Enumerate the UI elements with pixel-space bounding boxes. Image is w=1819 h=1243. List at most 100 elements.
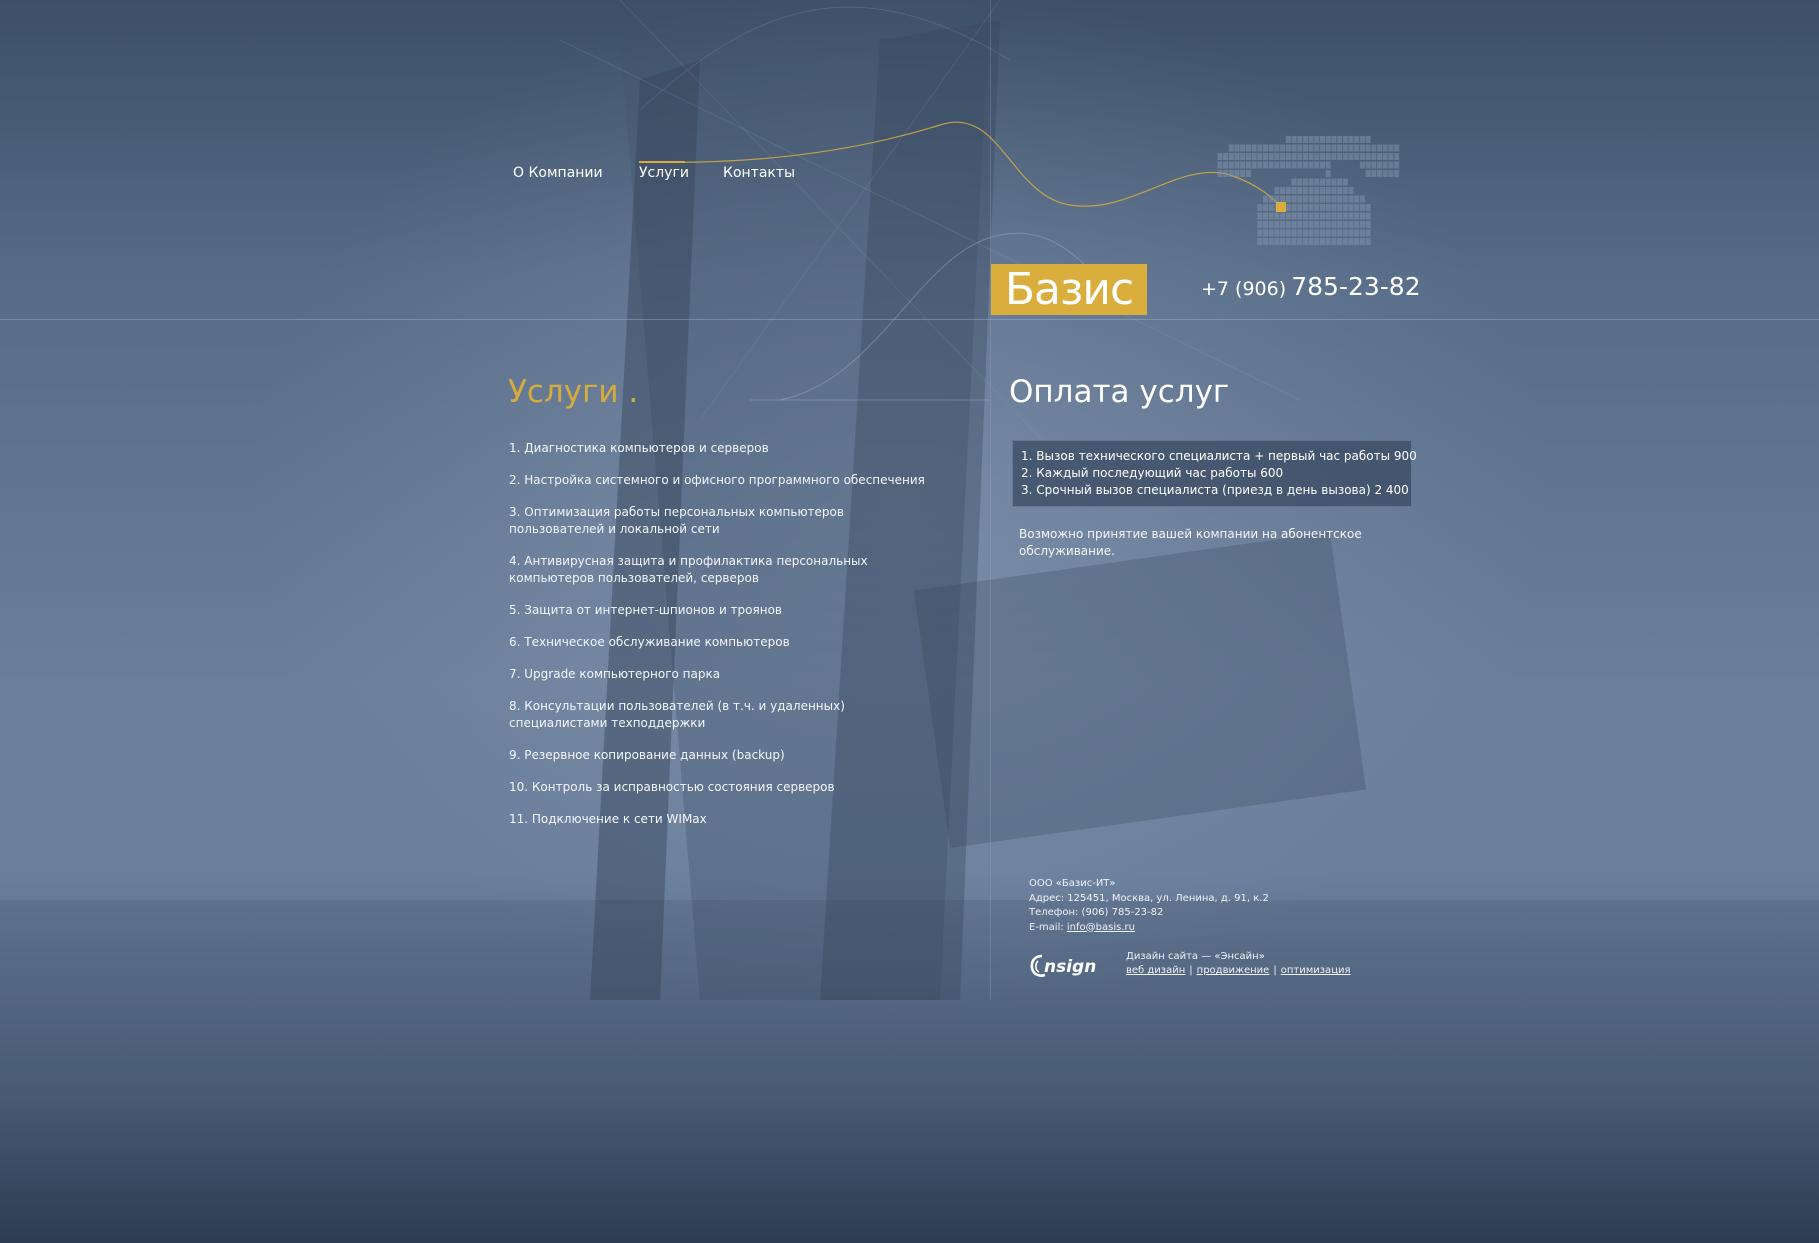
footer-address: Адрес: 125451, Москва, ул. Ленина, д. 91…	[1029, 892, 1269, 904]
phone-pixel	[1263, 229, 1268, 237]
phone-pixel	[1337, 153, 1343, 160]
phone-pixel	[1314, 178, 1320, 186]
phone-pixel	[1302, 238, 1308, 245]
phone-pixel	[1325, 195, 1331, 203]
phone-pixel	[1348, 153, 1354, 160]
phone-pixel	[1325, 161, 1331, 169]
designer-links: веб дизайн | продвижение | оптимизация	[1126, 964, 1351, 978]
phone-pixel	[1320, 212, 1325, 220]
phone-pixel	[1217, 153, 1223, 160]
header-phone: +7 (906) 785-23-82	[1201, 272, 1421, 301]
designer-link-web-design[interactable]: веб дизайн	[1126, 965, 1185, 976]
services-title: Услуги .	[508, 374, 639, 410]
phone-pixel	[1274, 229, 1280, 237]
phone-pixel	[1337, 187, 1343, 194]
phone-pixel	[1280, 161, 1286, 169]
phone-pixel	[1257, 221, 1263, 228]
phone-pixel	[1291, 187, 1297, 194]
phone-pixel	[1291, 161, 1297, 169]
phone-pixel	[1257, 161, 1263, 169]
footer-email-link[interactable]: info@basis.ru	[1067, 922, 1135, 933]
phone-pixel	[1257, 144, 1263, 152]
logo-text: Базис	[1004, 263, 1134, 315]
phone-pixel	[1280, 238, 1286, 245]
site-logo[interactable]: Базис	[991, 264, 1147, 315]
phone-pixel	[1280, 144, 1286, 152]
phone-pixel	[1320, 187, 1325, 194]
phone-pixel	[1245, 161, 1251, 169]
phone-pixel	[1320, 161, 1325, 169]
phone-pixel	[1388, 153, 1394, 160]
phone-pixel	[1257, 204, 1263, 211]
phone-pixel	[1394, 161, 1400, 169]
ensign-logo[interactable]: nsign	[1029, 952, 1121, 980]
phone-pixel	[1280, 212, 1286, 220]
retro-telephone-icon	[1217, 136, 1400, 245]
phone-pixel	[1285, 229, 1291, 237]
phone-pixel	[1359, 195, 1365, 203]
phone-pixel	[1285, 161, 1291, 169]
designer-link-optimization[interactable]: оптимизация	[1281, 965, 1351, 976]
nav-link-services[interactable]: Услуги	[639, 165, 689, 181]
phone-pixel	[1314, 161, 1320, 169]
service-item: 5. Защита от интернет-шпионов и троянов	[509, 603, 782, 617]
phone-pixel	[1268, 204, 1274, 211]
phone-pixel	[1308, 153, 1314, 160]
phone-pixel	[1302, 153, 1308, 160]
phone-pixel	[1274, 187, 1280, 194]
phone-pixel	[1280, 229, 1286, 237]
phone-pixel	[1257, 229, 1263, 237]
phone-pixel	[1337, 195, 1343, 203]
phone-pixel	[1251, 161, 1257, 169]
phone-pixel	[1365, 144, 1371, 152]
designer-link-promotion[interactable]: продвижение	[1197, 965, 1270, 976]
link-separator: |	[1273, 965, 1277, 976]
phone-pixel	[1234, 170, 1240, 177]
phone-pixel	[1297, 178, 1303, 186]
phone-pixel	[1297, 136, 1303, 143]
price-item: 2. Каждый последующий час работы 600	[1021, 466, 1284, 480]
phone-pixel	[1394, 153, 1400, 160]
phone-pixel	[1348, 195, 1354, 203]
price-list: 1. Вызов технического специалиста + перв…	[1012, 440, 1417, 507]
phone-pixel	[1257, 212, 1263, 220]
phone-pixel	[1297, 195, 1303, 203]
phone-pixel	[1382, 161, 1388, 169]
phone-pixel	[1359, 212, 1365, 220]
phone-pixel	[1337, 204, 1343, 211]
phone-pixel	[1354, 221, 1360, 228]
phone-pixel	[1268, 212, 1274, 220]
phone-pixel	[1302, 204, 1308, 211]
phone-pixel	[1354, 212, 1360, 220]
phone-number: 785-23-82	[1291, 272, 1421, 301]
phone-pixel	[1228, 170, 1234, 177]
phone-pixel	[1223, 161, 1229, 169]
phone-pixel	[1302, 195, 1308, 203]
phone-pixel	[1314, 221, 1320, 228]
designer-text: Дизайн сайта — «Энсайн» веб дизайн | продв…	[1126, 950, 1351, 978]
phone-pixel	[1251, 144, 1257, 152]
phone-pixel	[1331, 221, 1337, 228]
phone-pixel	[1257, 153, 1263, 160]
phone-pixel	[1297, 221, 1303, 228]
phone-pixel	[1348, 221, 1354, 228]
nav-link-contacts[interactable]: Контакты	[723, 165, 795, 181]
phone-pixel	[1308, 229, 1314, 237]
phone-pixel	[1268, 144, 1274, 152]
phone-pixel	[1302, 221, 1308, 228]
phone-pixel	[1348, 204, 1354, 211]
phone-pixel	[1354, 195, 1360, 203]
phone-pixel	[1342, 195, 1348, 203]
nav-link-about[interactable]: О Компании	[513, 165, 603, 181]
phone-pixel	[1240, 161, 1246, 169]
phone-pixel	[1354, 229, 1360, 237]
price-item: 1. Вызов технического специалиста + перв…	[1021, 449, 1417, 463]
phone-pixel	[1314, 144, 1320, 152]
phone-pixel	[1291, 221, 1297, 228]
phone-pixel	[1382, 153, 1388, 160]
phone-pixel	[1285, 144, 1291, 152]
phone-pixel	[1302, 144, 1308, 152]
phone-pixel	[1337, 221, 1343, 228]
phone-pixel	[1320, 238, 1325, 245]
phone-pixel	[1325, 178, 1331, 186]
